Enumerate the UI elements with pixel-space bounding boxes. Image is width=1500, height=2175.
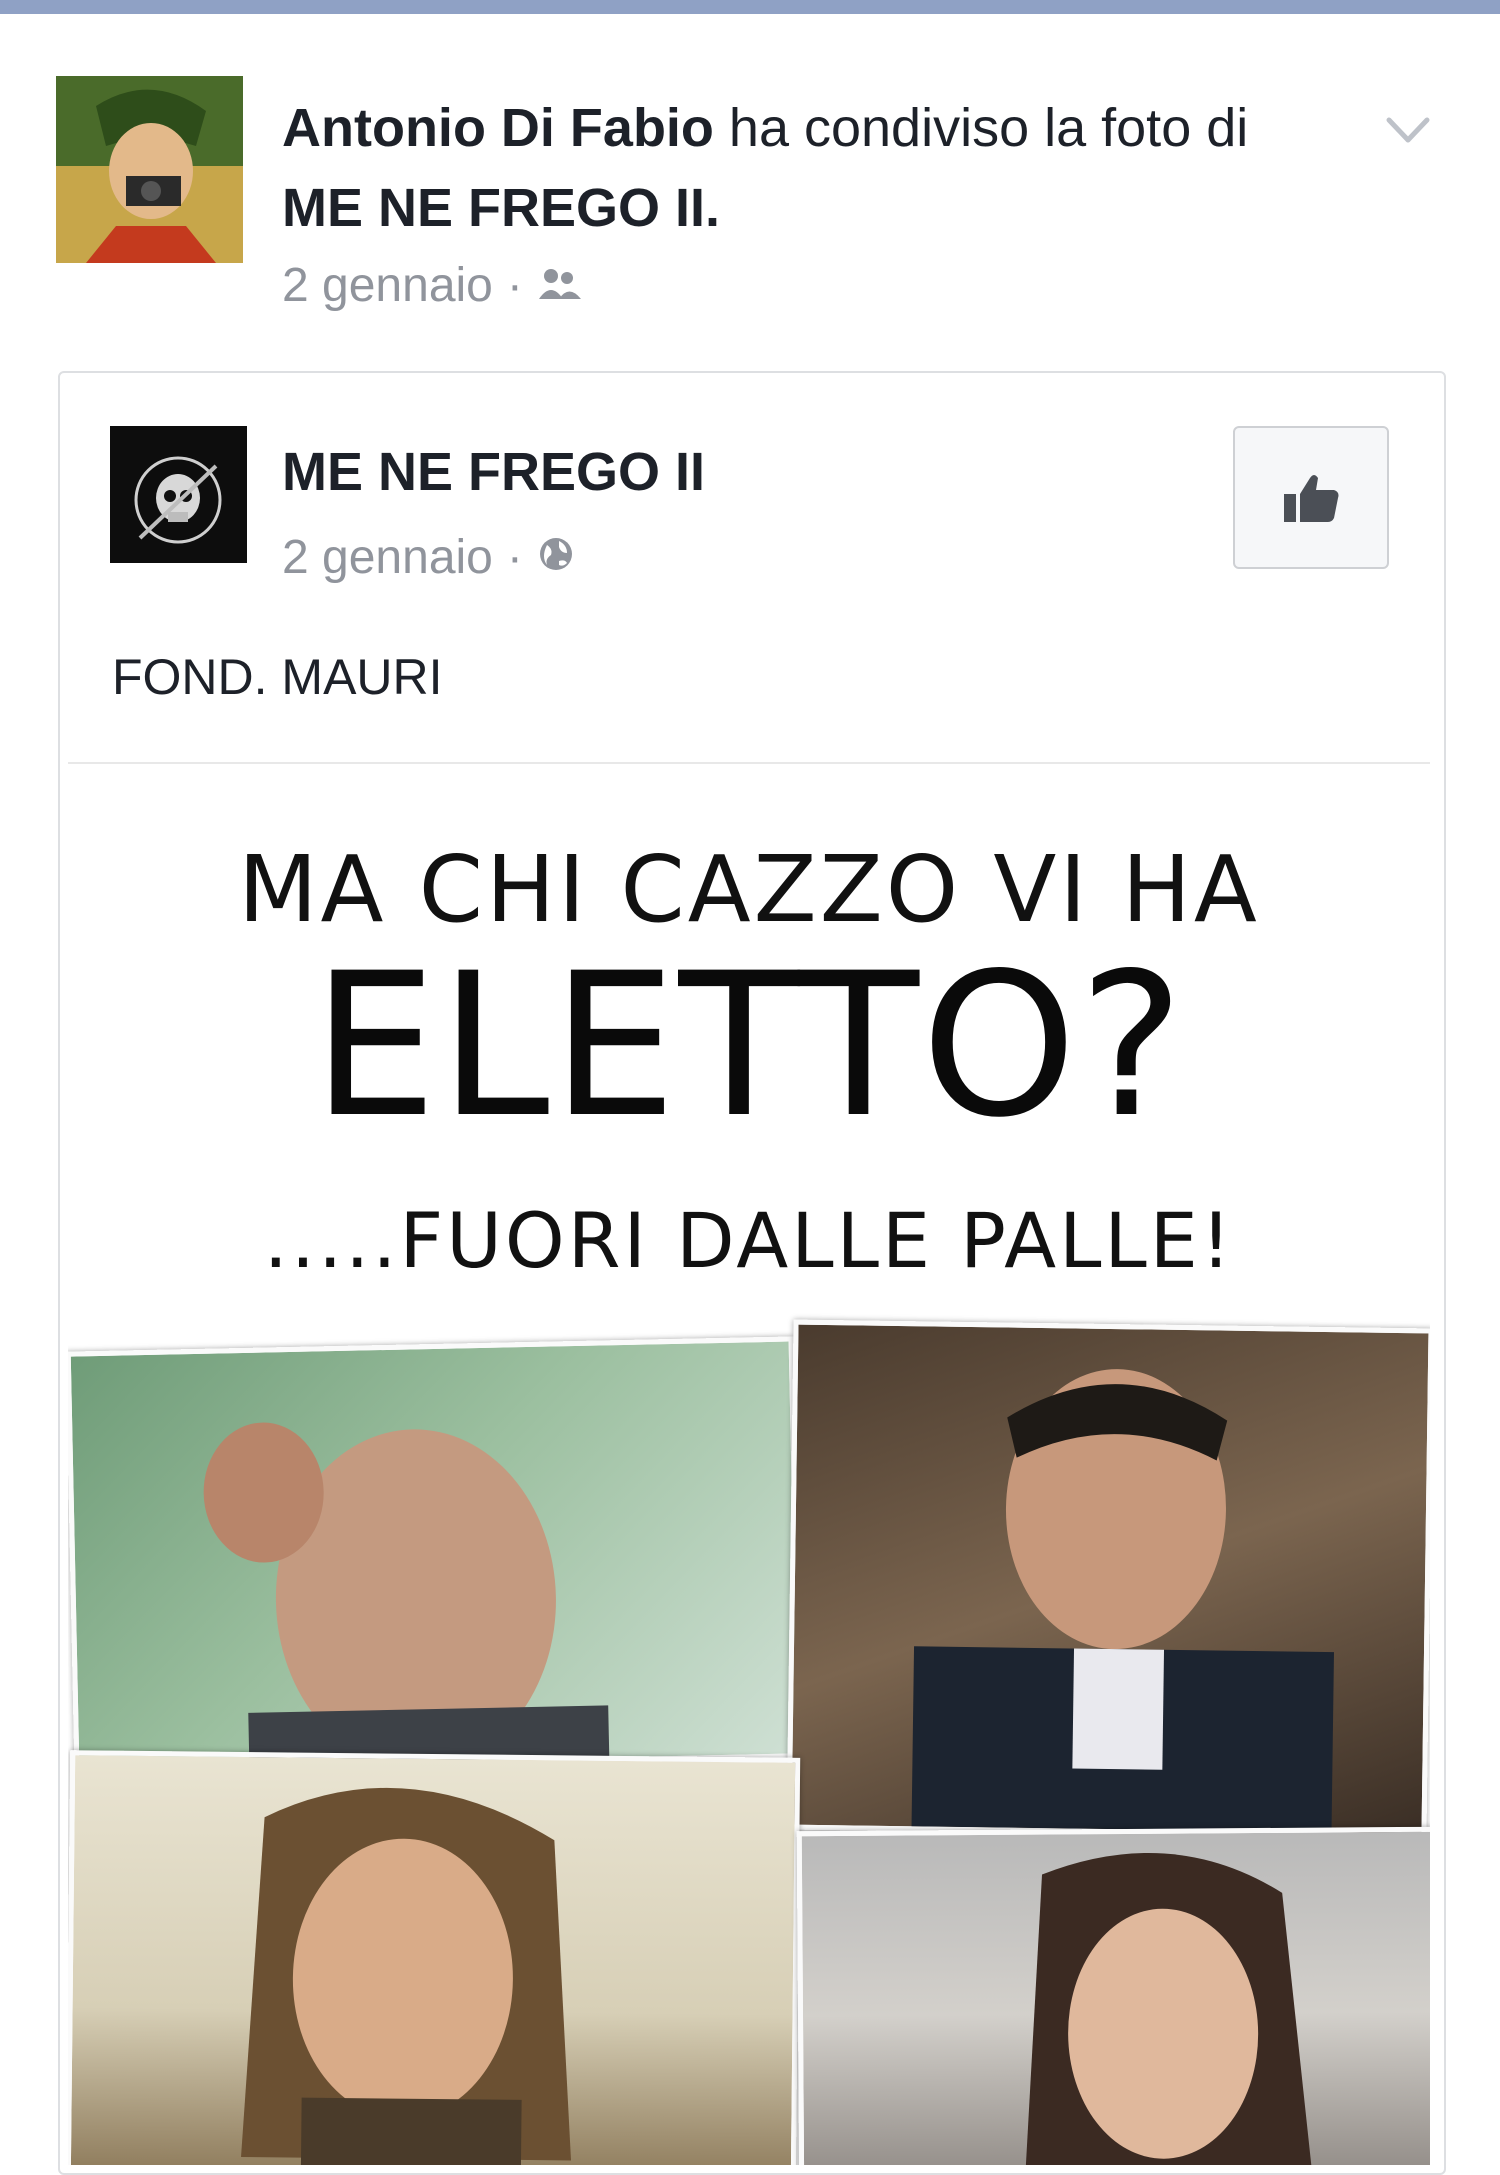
post-date[interactable]: 2 gennaio <box>282 258 493 313</box>
page-name-link[interactable]: ME NE FREGO II <box>282 441 705 503</box>
post-meta: 2 gennaio · <box>282 258 583 313</box>
sharer-name-link[interactable]: Antonio Di Fabio <box>282 98 714 158</box>
politician-photo-3 <box>68 1750 801 2165</box>
skull-logo-icon <box>110 426 247 563</box>
shared-from-link[interactable]: ME NE FREGO II. <box>282 178 720 238</box>
thumbs-up-icon <box>1284 474 1339 522</box>
politician-photo-2 <box>786 1319 1430 1839</box>
meta-separator: · <box>506 259 523 312</box>
share-headline: Antonio Di Fabio ha condiviso la foto di… <box>282 88 1282 248</box>
meme-image[interactable]: MA CHI CAZZO VI HA ELETTO? .....FUORI DA… <box>68 762 1430 2165</box>
globe-icon[interactable] <box>537 530 575 585</box>
chevron-down-icon[interactable] <box>1383 108 1433 152</box>
sharer-avatar[interactable] <box>56 76 243 263</box>
shared-post-meta: 2 gennaio · <box>282 530 575 585</box>
share-action-text: ha condiviso la foto di <box>713 98 1249 158</box>
meme-line-1: MA CHI CAZZO VI HA <box>238 836 1260 943</box>
friends-icon[interactable] <box>537 258 583 313</box>
meta-separator: · <box>506 531 523 584</box>
page-avatar[interactable] <box>110 426 247 563</box>
shared-post-date[interactable]: 2 gennaio <box>282 530 493 585</box>
meme-line-2: ELETTO? <box>312 930 1186 1161</box>
shared-post-text: FOND. MAURI <box>112 649 443 705</box>
politician-photo-4 <box>796 1826 1430 2165</box>
top-bar <box>0 0 1500 14</box>
politician-photo-1 <box>68 1336 803 1774</box>
cartoon-avatar-icon <box>56 76 243 263</box>
like-page-button[interactable] <box>1233 426 1389 569</box>
meme-line-3: .....FUORI DALLE PALLE! <box>263 1196 1235 1285</box>
